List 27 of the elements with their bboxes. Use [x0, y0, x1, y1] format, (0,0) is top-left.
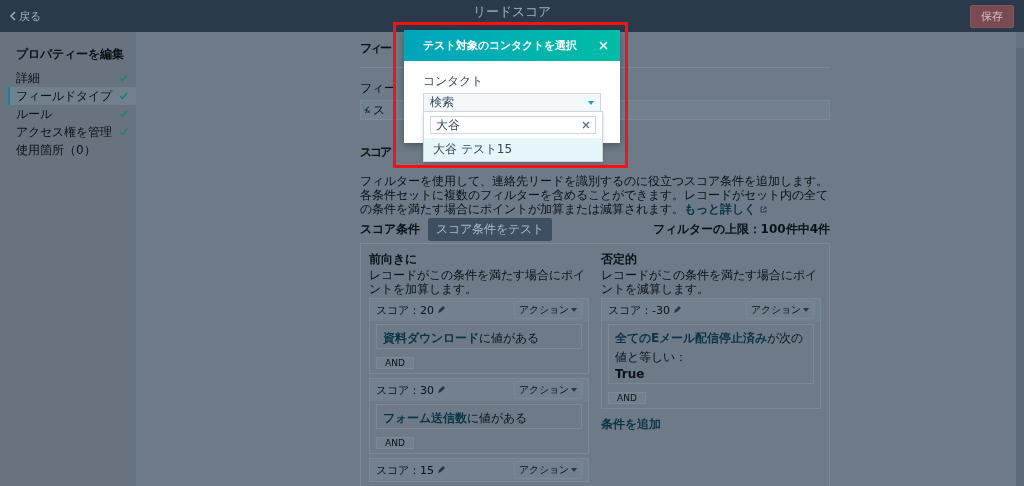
field-type-value: ス — [373, 101, 385, 119]
sidebar-item-label: ルール — [16, 105, 52, 123]
page-title: リードスコア — [473, 3, 551, 21]
filter-limit: フィルターの上限：100件中4件 — [652, 221, 830, 238]
sidebar-title: プロパティーを編集 — [15, 46, 124, 63]
sidebar-item-label: 詳細 — [16, 69, 40, 87]
score-value: スコア：15 — [376, 462, 434, 478]
column-description: レコードがこの条件を満たす場合にポイントを加算します。 — [369, 268, 586, 296]
section-heading: スコア — [360, 144, 390, 161]
section-heading: フィー — [360, 40, 390, 57]
condition-text: 資料ダウンロードに値がある — [383, 331, 539, 345]
condition-value: True — [615, 367, 646, 381]
contact-label: コンタクト — [423, 73, 483, 90]
sidebar-item-label: アクセス権を管理 — [16, 123, 112, 141]
sidebar-item-label: 使用箇所（0） — [16, 141, 96, 159]
conditions-label: スコア条件 — [360, 221, 420, 238]
condition-text: フォーム送信数に値がある — [383, 411, 527, 425]
section-description: フィルターを使用して、連絡先リードを識別するのに役立つスコア条件を追加します。各条件セットに複数のフィルターを含めることができます。レコードがセット内の全ての条件を満たす場合にポイントが加算または減算されます。もっと詳しく — [360, 174, 829, 216]
column-title: 否定的 — [601, 252, 637, 266]
column-title: 前向きに — [369, 252, 417, 266]
score-value: スコア：-30 — [608, 302, 670, 318]
sidebar-item-label: フィールドタイプ — [16, 87, 112, 105]
score-value: スコア：30 — [376, 382, 434, 398]
modal-title: テスト対象のコンタクトを選択 — [423, 38, 577, 53]
condition-text: 全てのEメール配信停止済みが次の値と等しい： — [615, 331, 804, 364]
column-description: レコードがこの条件を満たす場合にポイントを減算します。 — [601, 268, 818, 296]
score-value: スコア：20 — [376, 302, 434, 318]
